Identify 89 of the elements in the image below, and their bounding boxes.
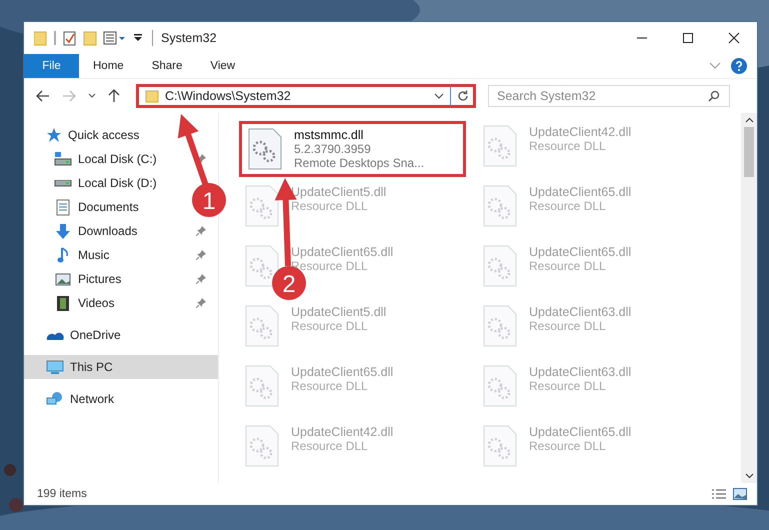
pin-icon[interactable]: [196, 298, 206, 308]
gear-file-icon: [483, 245, 517, 287]
file-detail: Resource DLL: [529, 139, 607, 153]
monitor-icon: [46, 360, 64, 374]
document-icon: [56, 198, 70, 216]
star-icon: [46, 127, 62, 143]
window-title: System32: [161, 31, 217, 45]
nav-item[interactable]: Videos: [54, 291, 114, 315]
file-name: UpdateClient63.dll: [529, 305, 632, 319]
drive-icon: [54, 152, 72, 166]
nav-item[interactable]: Pictures: [54, 267, 122, 291]
gear-file-icon: [245, 425, 279, 467]
file-detail: Remote Desktops Sna...: [294, 156, 424, 170]
file-name: UpdateClient42.dll: [291, 425, 394, 439]
ribbon-tab[interactable]: File: [24, 54, 79, 78]
minimize-icon: [636, 37, 648, 39]
file-detail: Resource DLL: [291, 199, 369, 213]
file-name: UpdateClient65.dll: [291, 365, 394, 379]
file-detail: Resource DLL: [529, 379, 607, 393]
nav-item[interactable]: Downloads: [54, 219, 138, 243]
file-name: UpdateClient63.dll: [529, 365, 632, 379]
ribbon-tab[interactable]: View: [196, 54, 250, 78]
folder-icon: [145, 89, 159, 103]
picture-frame-icon: [55, 272, 71, 286]
up-arrow-icon[interactable]: [108, 89, 120, 103]
gear-file-icon: [248, 128, 282, 170]
file-name: UpdateClient65.dll: [529, 185, 632, 199]
gear-file-icon: [483, 125, 517, 167]
chevron-icon[interactable]: [434, 93, 444, 99]
file-detail: Resource DLL: [529, 439, 607, 453]
chevron-icon[interactable]: [88, 93, 96, 99]
back-arrow-icon[interactable]: [36, 90, 50, 102]
large-icons-view-icon[interactable]: [733, 488, 747, 500]
gear-file-icon: [245, 365, 279, 407]
file-detail: Resource DLL: [291, 379, 369, 393]
nav-item[interactable]: Local Disk (D:): [54, 171, 157, 195]
file-tile[interactable]: mstsmmc.dll 5.2.3790.3959 Remote Desktops Sna...: [239, 121, 466, 177]
file-name: UpdateClient5.dll: [291, 305, 386, 319]
file-detail: Resource DLL: [291, 319, 369, 333]
gear-file-icon: [483, 365, 517, 407]
search-icon[interactable]: [708, 90, 720, 102]
scroll-down-icon[interactable]: [744, 473, 754, 479]
close-icon: [728, 32, 740, 44]
file-detail: Resource DLL: [291, 259, 369, 273]
step-badge: 1: [192, 183, 226, 217]
address-bar[interactable]: C:\Windows\System32: [136, 84, 476, 108]
nav-item[interactable]: This PC: [24, 355, 218, 379]
scrollbar-thumb[interactable]: [744, 127, 754, 177]
file-name: UpdateClient42.dll: [529, 125, 632, 139]
file-name: UpdateClient65.dll: [291, 245, 394, 259]
download-arrow-icon: [55, 222, 71, 240]
nav-item[interactable]: Local Disk (C:): [54, 147, 157, 171]
search-field[interactable]: Search System32: [488, 85, 730, 107]
file-detail: Resource DLL: [529, 319, 607, 333]
ribbon-tab[interactable]: Share: [138, 54, 196, 78]
nav-item[interactable]: Music: [54, 243, 110, 267]
network-icon: [46, 391, 64, 407]
maximize-icon: [682, 32, 694, 44]
file-detail: Resource DLL: [529, 199, 607, 213]
gear-file-icon: [483, 185, 517, 227]
file-name: UpdateClient65.dll: [529, 425, 632, 439]
gear-file-icon: [245, 245, 279, 287]
file-name: UpdateClient5.dll: [291, 185, 386, 199]
pin-icon[interactable]: [196, 226, 206, 236]
nav-item[interactable]: Documents: [54, 195, 139, 219]
scrollbar[interactable]: [741, 113, 757, 483]
help-icon[interactable]: [731, 58, 747, 74]
drive-icon: [54, 180, 72, 186]
nav-item[interactable]: Quick access: [24, 123, 218, 147]
file-name: UpdateClient65.dll: [529, 245, 632, 259]
film-strip-icon: [56, 294, 70, 312]
item-count: 199 items: [37, 488, 87, 500]
music-note-icon: [57, 246, 69, 264]
gear-file-icon: [483, 425, 517, 467]
file-detail: Resource DLL: [529, 259, 607, 273]
file-detail: Resource DLL: [291, 439, 369, 453]
file-name: mstsmmc.dll: [294, 128, 364, 142]
ribbon-tab[interactable]: Home: [79, 54, 138, 78]
gear-file-icon: [483, 305, 517, 347]
gear-file-icon: [245, 305, 279, 347]
gear-file-icon: [245, 185, 279, 227]
details-view-icon[interactable]: [711, 488, 727, 500]
pin-icon[interactable]: [196, 250, 206, 260]
file-detail: 5.2.3790.3959: [294, 142, 372, 156]
refresh-icon[interactable]: [457, 90, 469, 102]
nav-item[interactable]: OneDrive: [24, 323, 218, 347]
pin-icon[interactable]: [196, 274, 206, 284]
nav-item[interactable]: Network: [24, 387, 218, 411]
scroll-up-icon[interactable]: [744, 117, 754, 123]
